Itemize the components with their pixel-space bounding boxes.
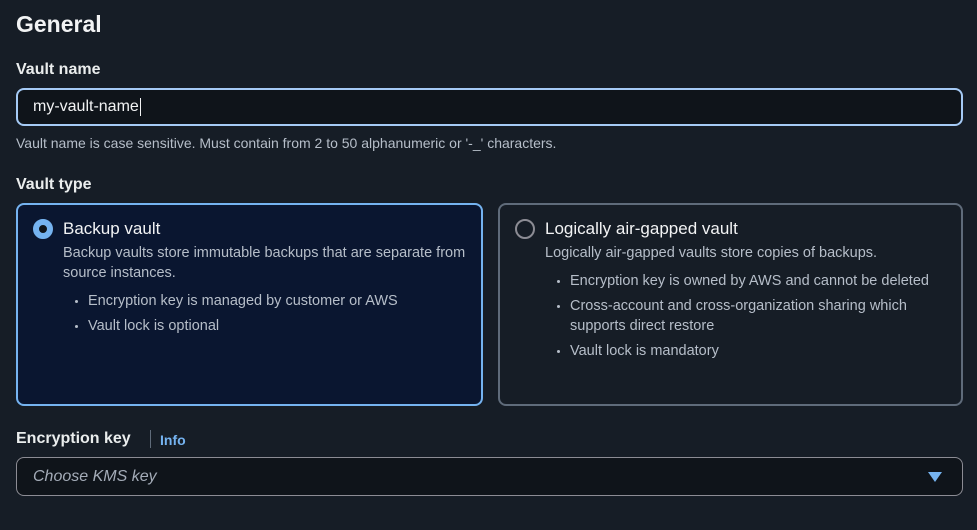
radio-selected-icon[interactable]: [33, 219, 53, 239]
list-item: Encryption key is managed by customer or…: [88, 291, 468, 311]
option-feature-list: Encryption key is owned by AWS and canno…: [545, 271, 955, 366]
kms-key-placeholder: Choose KMS key: [33, 467, 157, 485]
radio-unselected-icon[interactable]: [515, 219, 535, 239]
list-item: Vault lock is mandatory: [570, 341, 955, 361]
option-title: Logically air-gapped vault: [545, 219, 738, 238]
text-cursor: [139, 98, 141, 116]
vault-name-hint: Vault name is case sensitive. Must conta…: [16, 135, 557, 151]
option-description: Logically air-gapped vaults store copies…: [545, 245, 878, 261]
info-link[interactable]: Info: [160, 432, 186, 448]
option-description: Backup vaults store immutable backups th…: [63, 245, 466, 281]
section-title: General: [16, 11, 102, 37]
vault-name-input[interactable]: my-vault-name: [16, 88, 963, 126]
kms-key-select[interactable]: Choose KMS key: [16, 457, 963, 496]
option-feature-list: Encryption key is managed by customer or…: [63, 291, 468, 341]
encryption-key-label: Encryption key: [16, 430, 131, 447]
list-item: Cross-account and cross-organization sha…: [570, 296, 955, 336]
label-divider: [150, 430, 151, 448]
vault-name-value: my-vault-name: [33, 98, 139, 115]
chevron-down-icon[interactable]: [928, 471, 942, 482]
vault-type-option-air-gapped[interactable]: Logically air-gapped vault Logically air…: [498, 203, 963, 406]
vault-type-label: Vault type: [16, 176, 92, 193]
vault-type-option-backup[interactable]: Backup vault Backup vaults store immutab…: [16, 203, 483, 406]
vault-general-settings: General Vault name my-vault-name Vault n…: [0, 0, 977, 530]
vault-name-label: Vault name: [16, 61, 101, 78]
option-title: Backup vault: [63, 219, 161, 238]
list-item: Encryption key is owned by AWS and canno…: [570, 271, 955, 291]
list-item: Vault lock is optional: [88, 316, 468, 336]
